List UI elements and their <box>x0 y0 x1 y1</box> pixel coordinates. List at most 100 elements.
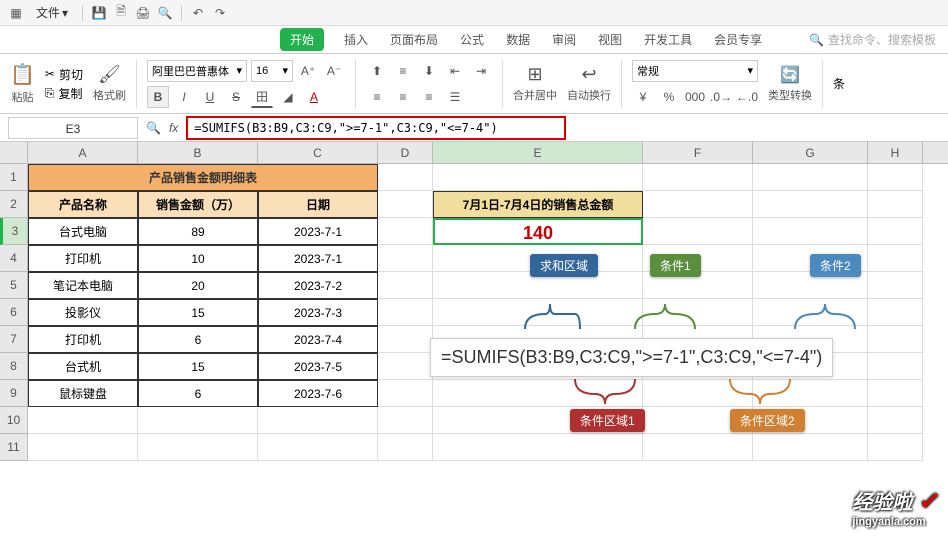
cut-label[interactable]: 剪切 <box>59 66 83 83</box>
wrap-button[interactable]: ↩ 自动换行 <box>567 64 611 103</box>
wrap-icon: ↩ <box>581 64 596 85</box>
font-color-button[interactable]: A <box>303 86 325 108</box>
tag-crit-range1: 条件区域1 <box>570 409 645 432</box>
app-icon: ▦ <box>8 5 24 21</box>
command-search[interactable]: 🔍 查找命令、搜索模板 <box>809 31 936 48</box>
undo-icon[interactable]: ↶ <box>190 5 206 21</box>
dec-dec-icon[interactable]: ←.0 <box>736 86 758 108</box>
save-icon[interactable]: 💾 <box>91 5 107 21</box>
tab-review[interactable]: 审阅 <box>550 27 578 52</box>
preview-icon[interactable]: 🔍 <box>157 5 173 21</box>
col-header[interactable]: H <box>868 142 923 163</box>
border-button[interactable]: 田 <box>251 86 273 108</box>
col-header[interactable]: C <box>258 142 378 163</box>
cond-format-label[interactable]: 条 <box>833 75 845 92</box>
col-header[interactable]: B <box>138 142 258 163</box>
tab-view[interactable]: 视图 <box>596 27 624 52</box>
bold-button[interactable]: B <box>147 86 169 108</box>
decrease-font-icon[interactable]: A⁻ <box>323 60 345 82</box>
col-header[interactable]: A <box>28 142 138 163</box>
table-header[interactable]: 销售金额（万） <box>138 191 258 218</box>
indent-left-icon[interactable]: ⇤ <box>444 60 466 82</box>
merge-button[interactable]: ⊞ 合并居中 <box>513 64 557 103</box>
justify-icon[interactable]: ☰ <box>444 86 466 108</box>
indent-right-icon[interactable]: ⇥ <box>470 60 492 82</box>
merge-icon: ⊞ <box>527 64 542 85</box>
watermark: 经验啦 ✓ jingyanla.com <box>852 486 938 528</box>
tab-start[interactable]: 开始 <box>280 28 324 51</box>
italic-button[interactable]: I <box>173 86 195 108</box>
table-cell[interactable]: 89 <box>138 218 258 245</box>
name-box[interactable]: E3 <box>8 117 138 139</box>
cancel-icon[interactable]: 🔍 <box>146 121 161 135</box>
paste-label: 粘贴 <box>11 89 33 105</box>
row-header[interactable]: 1 <box>0 164 28 191</box>
brace-bottom <box>440 374 910 424</box>
copy-icon[interactable]: ⎘ <box>45 86 55 101</box>
print-icon[interactable]: 🖨 <box>135 5 151 21</box>
redo-icon[interactable]: ↷ <box>212 5 228 21</box>
row-header[interactable]: 3 <box>0 218 28 245</box>
ribbon: 📋 粘贴 ✂剪切 ⎘复制 🖌 格式刷 阿里巴巴普惠体▾ 16▾ A⁺ A⁻ B … <box>0 54 948 114</box>
paste-group: 📋 粘贴 <box>10 62 35 105</box>
format-painter[interactable]: 🖌 格式刷 <box>93 64 126 103</box>
tab-insert[interactable]: 插入 <box>342 27 370 52</box>
check-icon: ✓ <box>918 488 938 515</box>
table-header[interactable]: 产品名称 <box>28 191 138 218</box>
col-header[interactable]: E <box>433 142 643 163</box>
col-header[interactable]: D <box>378 142 433 163</box>
result-cell[interactable]: 140 <box>433 218 643 245</box>
increase-font-icon[interactable]: A⁺ <box>297 60 319 82</box>
tab-member[interactable]: 会员专享 <box>712 27 764 52</box>
cut-icon[interactable]: ✂ <box>45 67 55 81</box>
table-header[interactable]: 日期 <box>258 191 378 218</box>
align-center-icon[interactable]: ≡ <box>392 86 414 108</box>
align-top-icon[interactable]: ⬆ <box>366 60 388 82</box>
number-format-select[interactable]: 常规▾ <box>632 60 758 82</box>
column-headers: A B C D E F G H <box>0 142 948 164</box>
annotation-overlay: 求和区域 条件1 条件2 =SUMIFS(B3:B9,C3:C9,">=7-1"… <box>440 244 910 444</box>
annotated-formula: =SUMIFS(B3:B9,C3:C9,">=7-1",C3:C9,"<=7-4… <box>430 338 833 377</box>
search-icon: 🔍 <box>809 33 824 47</box>
fill-color-button[interactable]: ◢ <box>277 86 299 108</box>
tab-dev[interactable]: 开发工具 <box>642 27 694 52</box>
result-title[interactable]: 7月1日-7月4日的销售总金额 <box>433 191 643 218</box>
col-header[interactable]: G <box>753 142 868 163</box>
dec-inc-icon[interactable]: .0→ <box>710 86 732 108</box>
ribbon-tabs: 开始 插入 页面布局 公式 数据 审阅 视图 开发工具 会员专享 🔍 查找命令、… <box>0 26 948 54</box>
align-middle-icon[interactable]: ≡ <box>392 60 414 82</box>
formula-bar-row: E3 🔍 fx =SUMIFS(B3:B9,C3:C9,">=7-1",C3:C… <box>0 114 948 142</box>
formula-input[interactable]: =SUMIFS(B3:B9,C3:C9,">=7-1",C3:C9,"<=7-4… <box>186 116 566 140</box>
copy-label[interactable]: 复制 <box>59 85 83 102</box>
brace-top <box>440 274 910 344</box>
search-placeholder: 查找命令、搜索模板 <box>828 31 936 48</box>
table-cell[interactable]: 2023-7-1 <box>258 218 378 245</box>
align-left-icon[interactable]: ≡ <box>366 86 388 108</box>
strike-button[interactable]: S <box>225 86 247 108</box>
row-header[interactable]: 2 <box>0 191 28 218</box>
tab-layout[interactable]: 页面布局 <box>388 27 440 52</box>
brush-icon: 🖌 <box>98 64 121 85</box>
tab-formula[interactable]: 公式 <box>458 27 486 52</box>
comma-icon[interactable]: 000 <box>684 86 706 108</box>
tab-data[interactable]: 数据 <box>504 27 532 52</box>
font-size-select[interactable]: 16▾ <box>251 60 293 82</box>
currency-icon[interactable]: ¥ <box>632 86 654 108</box>
file-menu[interactable]: 文件 ▾ <box>30 2 74 23</box>
percent-icon[interactable]: % <box>658 86 680 108</box>
align-bottom-icon[interactable]: ⬇ <box>418 60 440 82</box>
paste-icon[interactable]: 📋 <box>10 62 35 87</box>
fx-icon[interactable]: fx <box>169 121 178 135</box>
save-as-icon[interactable]: 🗎 <box>113 5 129 21</box>
table-cell[interactable]: 台式电脑 <box>28 218 138 245</box>
type-convert-button[interactable]: 🔄 类型转换 <box>768 65 812 103</box>
quick-toolbar: ▦ 文件 ▾ 💾 🗎 🖨 🔍 ↶ ↷ <box>0 0 948 26</box>
col-header[interactable]: F <box>643 142 753 163</box>
convert-icon: 🔄 <box>780 65 800 85</box>
underline-button[interactable]: U <box>199 86 221 108</box>
align-right-icon[interactable]: ≡ <box>418 86 440 108</box>
tag-crit-range2: 条件区域2 <box>730 409 805 432</box>
select-all-corner[interactable] <box>0 142 28 163</box>
font-name-select[interactable]: 阿里巴巴普惠体▾ <box>147 60 247 82</box>
table-title[interactable]: 产品销售金额明细表 <box>28 164 378 191</box>
